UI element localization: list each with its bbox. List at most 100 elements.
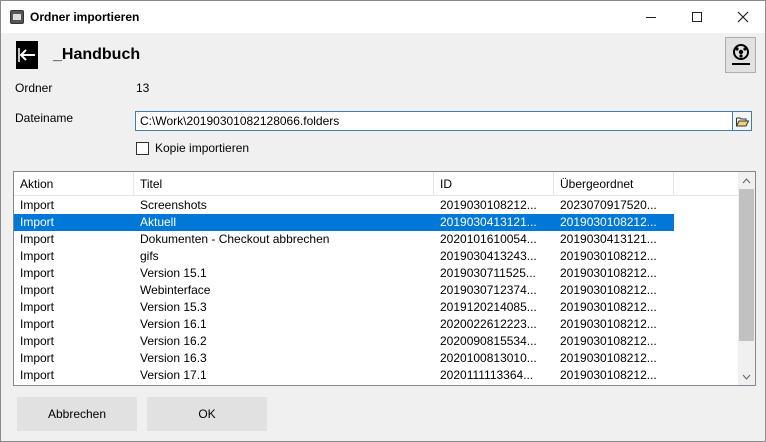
cell-uebergeordnet: 2019030108212... (560, 215, 657, 229)
close-button[interactable] (721, 1, 765, 33)
cell-aktion: Import (20, 300, 55, 314)
table-row[interactable]: Import Dokumenten - Checkout abbrechen 202… (14, 231, 738, 248)
cell-id: 2020022612223... (440, 317, 537, 331)
cell-id: 2019030108212... (440, 198, 537, 212)
table-row[interactable]: Import Version 17.1 2020111113364... 201903… (14, 367, 738, 384)
scroll-down-button[interactable] (738, 368, 755, 385)
table-row[interactable]: Import Version 15.1 2019030711525... 201903… (14, 265, 738, 282)
row-filler (674, 265, 738, 282)
row-filler (674, 367, 738, 384)
ok-button[interactable]: OK (147, 397, 267, 431)
cell-uebergeordnet: 2019030108212... (560, 283, 657, 297)
chevron-up-icon (742, 177, 751, 183)
import-folder-dialog: Ordner importieren _Handbuch Ordner 13 D… (0, 0, 766, 442)
dateiname-label: Dateiname (15, 111, 74, 125)
close-icon (737, 11, 749, 23)
row-filler (674, 231, 738, 248)
title-bar: Ordner importieren (1, 1, 765, 33)
folder-table[interactable]: Aktion Titel ID Übergeordnet Import Scree… (13, 171, 756, 386)
chevron-down-icon (742, 374, 751, 380)
cell-aktion: Import (20, 283, 55, 297)
cell-id: 2020100813010... (440, 351, 537, 365)
copy-import-option[interactable]: Kopie importieren (136, 141, 249, 155)
share-button[interactable] (725, 37, 756, 73)
cell-titel: Screenshots (140, 198, 207, 212)
column-header-uebergeordnet[interactable]: Übergeordnet (554, 172, 674, 196)
row-filler (674, 350, 738, 367)
app-icon (10, 10, 24, 24)
cell-titel: Version 16.3 (140, 351, 207, 365)
filename-field[interactable]: C:\Work\20190301082128066.folders (135, 111, 733, 131)
table-row[interactable]: Import Screenshots 2019030108212... 2023070… (14, 197, 738, 214)
cell-uebergeordnet: 2019030108212... (560, 266, 657, 280)
table-body: Import Screenshots 2019030108212... 2023070… (14, 197, 738, 384)
cell-uebergeordnet: 2019030413121... (560, 232, 657, 246)
column-header-titel[interactable]: Titel (134, 172, 434, 196)
table-row[interactable]: Import gifs 2019030413243... 2019030108212.… (14, 248, 738, 265)
column-header-aktion[interactable]: Aktion (14, 172, 134, 196)
column-header-filler (674, 172, 738, 196)
maximize-icon (692, 12, 702, 22)
folder-open-icon (735, 117, 749, 126)
row-filler (674, 197, 738, 214)
cancel-button[interactable]: Abbrechen (17, 397, 137, 431)
cell-aktion: Import (20, 368, 55, 382)
cell-id: 2019030413121... (440, 215, 537, 229)
copy-import-checkbox[interactable] (136, 141, 149, 155)
cell-id: 2019030712374... (440, 283, 537, 297)
cell-id: 2019030413243... (440, 249, 537, 263)
cell-uebergeordnet: 2019030108212... (560, 300, 657, 314)
table-row[interactable]: Import Webinterface 2019030712374... 201903… (14, 282, 738, 299)
cell-titel: Dokumenten - Checkout abbrechen (140, 232, 330, 246)
ordner-label: Ordner (15, 81, 53, 95)
column-header-id[interactable]: ID (434, 172, 554, 196)
share-network-icon (731, 44, 750, 65)
row-filler (674, 316, 738, 333)
page-title: _Handbuch (53, 46, 141, 63)
cell-titel: Version 17.1 (140, 368, 207, 382)
cell-id: 2019120214085... (440, 300, 537, 314)
cell-uebergeordnet: 2019030108212... (560, 351, 657, 365)
cell-aktion: Import (20, 249, 55, 263)
ordner-value: 13 (136, 81, 150, 95)
cell-id: 2020101610054... (440, 232, 537, 246)
cell-id: 2020090815534... (440, 334, 537, 348)
back-button[interactable] (16, 41, 38, 69)
arrow-left-icon (18, 48, 35, 62)
cell-id: 2020111113364... (440, 368, 534, 382)
cell-aktion: Import (20, 232, 55, 246)
table-row[interactable]: Import Aktuell 2019030413121... 20190301082… (14, 214, 738, 231)
table-row[interactable]: Import Version 15.3 2019120214085... 201903… (14, 299, 738, 316)
cell-titel: Webinterface (140, 283, 211, 297)
cell-aktion: Import (20, 334, 55, 348)
table-row[interactable]: Import Version 16.1 2020022612223... 201903… (14, 316, 738, 333)
copy-import-label: Kopie importieren (155, 141, 250, 155)
browse-button[interactable] (733, 111, 752, 131)
cell-uebergeordnet: 2023070917520... (560, 198, 657, 212)
table-row[interactable]: Import Version 16.2 2020090815534... 201903… (14, 333, 738, 350)
cell-titel: Version 15.3 (140, 300, 207, 314)
row-filler (674, 282, 738, 299)
cell-id: 2019030711525... (440, 266, 536, 280)
minimize-icon (646, 16, 656, 18)
row-filler (674, 248, 738, 265)
minimize-button[interactable] (629, 1, 673, 33)
table-header: Aktion Titel ID Übergeordnet (14, 172, 738, 196)
cell-aktion: Import (20, 198, 55, 212)
cell-uebergeordnet: 2019030108212... (560, 334, 657, 348)
scroll-up-button[interactable] (738, 172, 755, 189)
cell-uebergeordnet: 2019030108212... (560, 249, 657, 263)
cell-aktion: Import (20, 266, 55, 280)
table-row[interactable]: Import Version 16.3 2020100813010... 201903… (14, 350, 738, 367)
cell-aktion: Import (20, 215, 55, 229)
row-filler (674, 214, 738, 231)
vertical-scrollbar[interactable] (738, 172, 755, 385)
cell-aktion: Import (20, 351, 55, 365)
scroll-thumb[interactable] (739, 189, 754, 341)
cell-uebergeordnet: 2019030108212... (560, 317, 657, 331)
row-filler (674, 299, 738, 316)
window-title: Ordner importieren (30, 10, 140, 24)
maximize-button[interactable] (675, 1, 719, 33)
row-filler (674, 333, 738, 350)
cell-titel: Aktuell (140, 215, 177, 229)
